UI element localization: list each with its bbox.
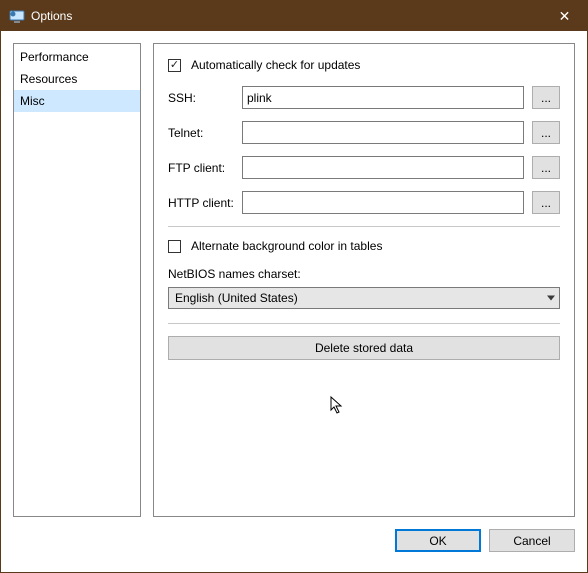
delete-stored-data-button[interactable]: Delete stored data <box>168 336 560 360</box>
close-button[interactable]: ✕ <box>542 1 587 31</box>
ftp-row: FTP client: ... <box>168 156 560 179</box>
alt-bg-row[interactable]: Alternate background color in tables <box>168 239 560 253</box>
sidebar-item-label: Resources <box>20 72 77 86</box>
charset-value: English (United States) <box>175 291 298 305</box>
category-sidebar: Performance Resources Misc <box>13 43 141 517</box>
ssh-label: SSH: <box>168 91 242 105</box>
dialog-footer: OK Cancel <box>1 529 587 559</box>
sidebar-item-label: Misc <box>20 94 45 108</box>
cursor-icon <box>330 396 346 416</box>
ftp-label: FTP client: <box>168 161 242 175</box>
telnet-input[interactable] <box>242 121 524 144</box>
http-label: HTTP client: <box>168 196 242 210</box>
auto-update-label: Automatically check for updates <box>191 58 360 72</box>
ok-button[interactable]: OK <box>395 529 481 552</box>
checkbox-icon <box>168 59 181 72</box>
telnet-browse-button[interactable]: ... <box>532 121 560 144</box>
ssh-row: SSH: ... <box>168 86 560 109</box>
ssh-browse-button[interactable]: ... <box>532 86 560 109</box>
sidebar-item-misc[interactable]: Misc <box>14 90 140 112</box>
settings-panel: Automatically check for updates SSH: ...… <box>153 43 575 517</box>
ssh-input[interactable] <box>242 86 524 109</box>
separator <box>168 323 560 324</box>
telnet-row: Telnet: ... <box>168 121 560 144</box>
ftp-browse-button[interactable]: ... <box>532 156 560 179</box>
sidebar-item-performance[interactable]: Performance <box>14 46 140 68</box>
cancel-button[interactable]: Cancel <box>489 529 575 552</box>
close-icon: ✕ <box>559 8 571 25</box>
http-input[interactable] <box>242 191 524 214</box>
titlebar: Options ✕ <box>1 1 587 31</box>
auto-update-row[interactable]: Automatically check for updates <box>168 58 560 72</box>
sidebar-item-label: Performance <box>20 50 89 64</box>
telnet-label: Telnet: <box>168 126 242 140</box>
sidebar-item-resources[interactable]: Resources <box>14 68 140 90</box>
chevron-down-icon <box>547 296 555 301</box>
http-row: HTTP client: ... <box>168 191 560 214</box>
ftp-input[interactable] <box>242 156 524 179</box>
window-title: Options <box>31 9 72 23</box>
content-area: Performance Resources Misc Automatically… <box>1 31 587 529</box>
separator <box>168 226 560 227</box>
http-browse-button[interactable]: ... <box>532 191 560 214</box>
charset-label: NetBIOS names charset: <box>168 267 560 281</box>
checkbox-icon <box>168 240 181 253</box>
alt-bg-label: Alternate background color in tables <box>191 239 382 253</box>
charset-dropdown[interactable]: English (United States) <box>168 287 560 309</box>
app-icon <box>9 8 25 24</box>
